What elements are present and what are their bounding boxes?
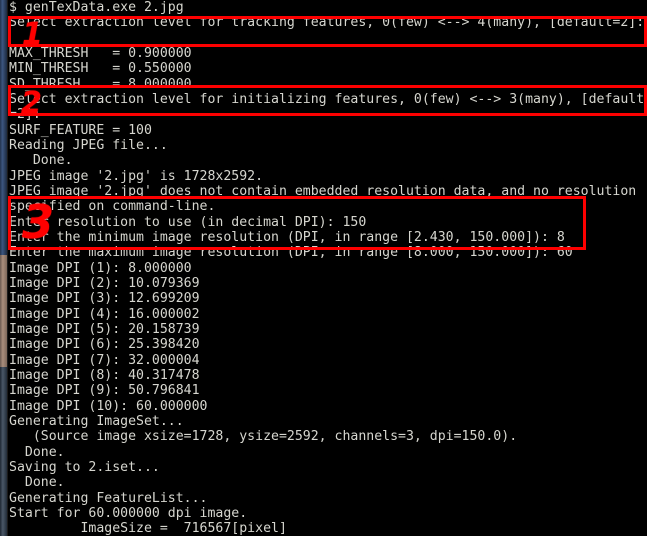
console-line: Done. [9, 153, 73, 169]
scrollbar-thumb[interactable] [0, 255, 7, 367]
console-line: Done. [9, 444, 65, 460]
console-line: Generating FeatureList... [9, 490, 208, 506]
console-line: Generating ImageSet... [9, 413, 184, 429]
console-line: =2]: [9, 107, 41, 123]
console-line: $ genTexData.exe 2.jpg [9, 0, 184, 15]
scrollbar-track-lower[interactable] [0, 367, 7, 536]
console-line: Image DPI (3): 12.699209 [9, 291, 200, 307]
console-line: Select extraction level for initializing… [9, 91, 645, 107]
console-line: Enter the maximum image resolution (DPI,… [9, 245, 573, 261]
console-line: Start for 60.000000 dpi image. [9, 505, 248, 521]
console-line: Enter the minimum image resolution (DPI,… [9, 229, 565, 245]
console-line: ImageSize = 716567[pixel] [9, 521, 287, 536]
console-line: Enter resolution to use (in decimal DPI)… [9, 214, 367, 230]
scrollbar-track-upper[interactable] [0, 0, 7, 255]
console-line: Image DPI (5): 20.158739 [9, 321, 200, 337]
console-line: JPEG image '2.jpg' does not contain embe… [9, 183, 637, 199]
console-line: Image DPI (9): 50.796841 [9, 383, 200, 399]
console-line: Saving to 2.iset... [9, 459, 160, 475]
console-line: MIN_THRESH = 0.550000 [9, 61, 192, 77]
console-line: Reading JPEG file... [9, 137, 168, 153]
console-line: JPEG image '2.jpg' is 1728x2592. [9, 168, 264, 184]
console-line: (Source image xsize=1728, ysize=2592, ch… [9, 429, 518, 445]
console-line: Done. [9, 475, 65, 491]
console-line: Image DPI (8): 40.317478 [9, 367, 200, 383]
vertical-scrollbar[interactable] [0, 0, 8, 536]
console-output[interactable]: $ genTexData.exe 2.jpg Select extraction … [9, 0, 647, 536]
terminal-window: $ genTexData.exe 2.jpg Select extraction … [0, 0, 647, 536]
console-line: Image DPI (1): 8.000000 [9, 260, 192, 276]
console-line: specified on command-line. [9, 199, 216, 215]
console-line: SD_THRESH = 8.000000 [9, 76, 192, 92]
console-line: Image DPI (2): 10.079369 [9, 275, 200, 291]
console-line: SURF_FEATURE = 100 [9, 122, 152, 138]
console-line: Image DPI (7): 32.000004 [9, 352, 200, 368]
console-line: Image DPI (10): 60.000000 [9, 398, 208, 414]
console-line: Image DPI (6): 25.398420 [9, 337, 200, 353]
console-line: Image DPI (4): 16.000002 [9, 306, 200, 322]
console-line: Select extraction level for tracking fea… [9, 15, 645, 31]
console-line: MAX_THRESH = 0.900000 [9, 45, 192, 61]
